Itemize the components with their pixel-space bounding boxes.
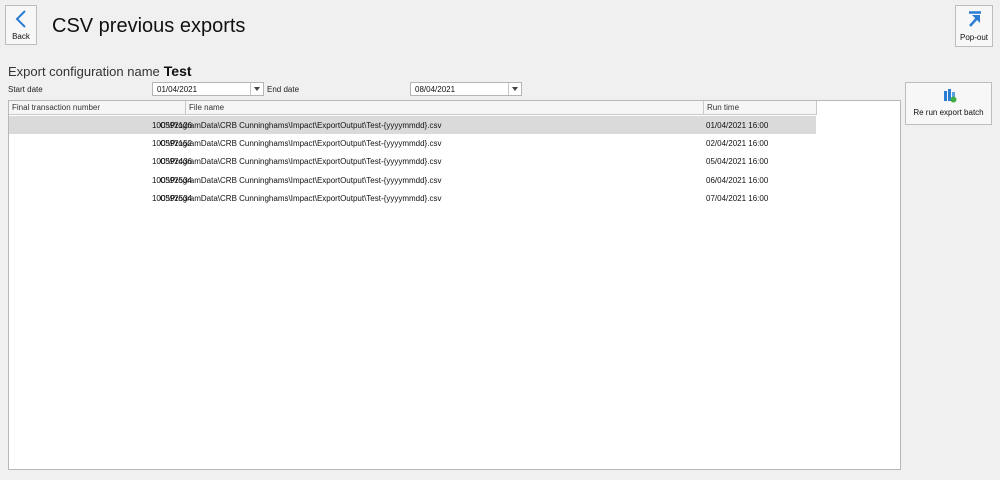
popout-button[interactable]: Pop-out [955, 5, 993, 47]
column-header-run-time[interactable]: Run time [704, 101, 817, 115]
row-file-name: C:\ProgramData\CRB Cunninghams\Impact\Ex… [160, 121, 442, 130]
back-label: Back [12, 32, 30, 41]
rerun-label: Re run export batch [913, 108, 984, 117]
end-date-field[interactable]: 08/04/2021 [410, 82, 522, 96]
popout-arrow-icon [967, 11, 983, 29]
row-file-name: C:\ProgramData\CRB Cunninghams\Impact\Ex… [160, 194, 442, 203]
table-row[interactable]: 100592152 C:\ProgramData\CRB Cunninghams… [9, 134, 816, 152]
export-batch-icon [943, 89, 957, 105]
page-title: CSV previous exports [52, 15, 246, 37]
column-header-file-name[interactable]: File name [186, 101, 704, 115]
exports-grid[interactable]: Final transaction number File name Run t… [8, 100, 901, 470]
chevron-down-icon [254, 87, 260, 91]
start-date-field[interactable]: 01/04/2021 [152, 82, 264, 96]
row-run-time: 02/04/2021 16:00 [706, 139, 769, 148]
row-file-name: C:\ProgramData\CRB Cunninghams\Impact\Ex… [160, 139, 442, 148]
config-name-value: Test [163, 63, 192, 79]
popout-label: Pop-out [959, 33, 989, 42]
column-header-final-transaction[interactable]: Final transaction number [9, 101, 186, 115]
table-row[interactable]: 100592126 C:\ProgramData\CRB Cunninghams… [9, 116, 816, 134]
row-file-name: C:\ProgramData\CRB Cunninghams\Impact\Ex… [160, 176, 442, 185]
config-name-row: Export configuration name Test [8, 63, 192, 79]
chevron-down-icon [512, 87, 518, 91]
start-date-value: 01/04/2021 [157, 85, 198, 94]
row-run-time: 05/04/2021 16:00 [706, 157, 769, 166]
end-date-dropdown[interactable] [508, 83, 521, 95]
start-date-dropdown[interactable] [250, 83, 263, 95]
row-file-name: C:\ProgramData\CRB Cunninghams\Impact\Ex… [160, 157, 442, 166]
back-button[interactable]: Back [5, 5, 37, 45]
row-run-time: 06/04/2021 16:00 [706, 176, 769, 185]
row-run-time: 01/04/2021 16:00 [706, 121, 769, 130]
rerun-export-batch-button[interactable]: Re run export batch [905, 82, 992, 125]
table-row[interactable]: 100592436 C:\ProgramData\CRB Cunninghams… [9, 152, 816, 170]
table-row[interactable]: 100592534 C:\ProgramData\CRB Cunninghams… [9, 189, 816, 207]
row-run-time: 07/04/2021 16:00 [706, 194, 769, 203]
end-date-label: End date [267, 85, 300, 94]
table-row[interactable]: 100592534 C:\ProgramData\CRB Cunninghams… [9, 171, 816, 189]
grid-header: Final transaction number File name Run t… [9, 101, 817, 115]
start-date-label: Start date [8, 85, 43, 94]
chevron-left-icon [15, 9, 27, 31]
end-date-value: 08/04/2021 [415, 85, 456, 94]
config-name-label: Export configuration name [8, 64, 160, 79]
